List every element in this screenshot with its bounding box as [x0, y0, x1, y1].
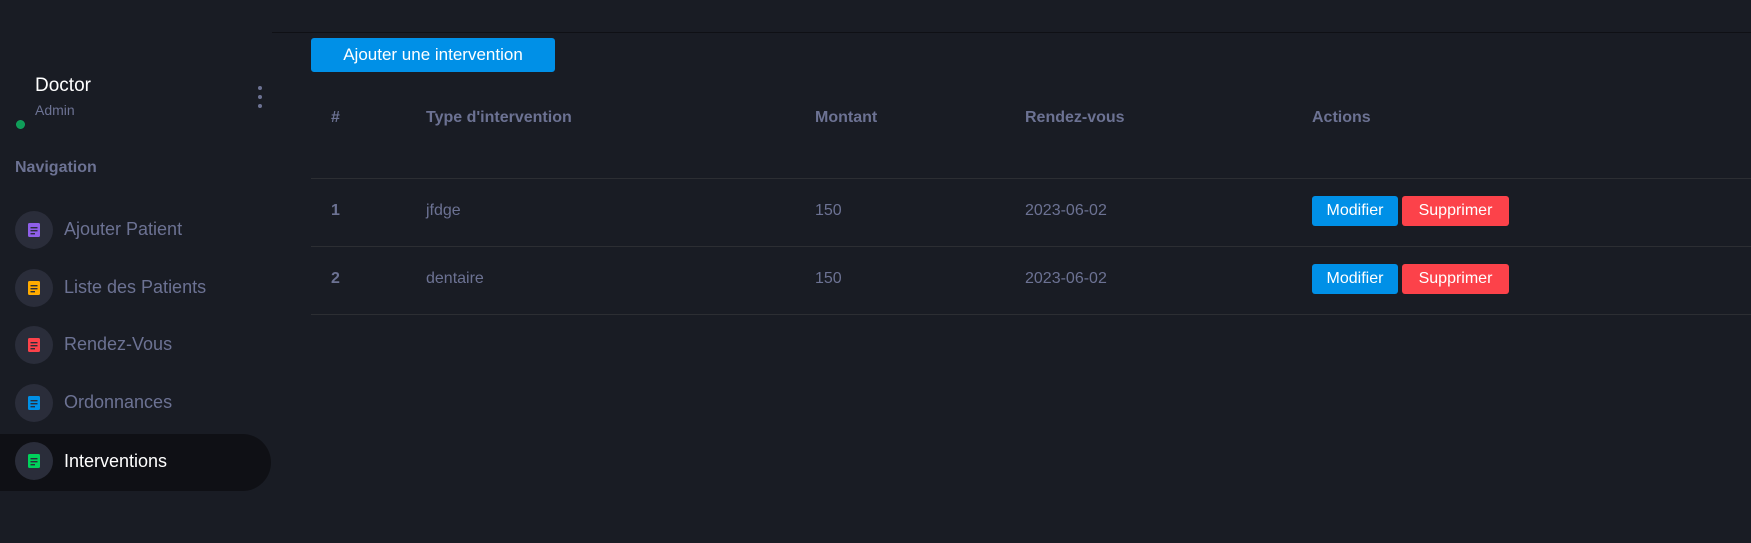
column-header-index: # [331, 109, 340, 126]
sidebar-item-interventions[interactable]: Interventions [0, 434, 271, 491]
column-header-actions: Actions [1312, 109, 1371, 126]
online-status-dot [16, 120, 25, 129]
profile-role: Admin [35, 102, 75, 118]
sidebar-item-rendez-vous[interactable]: Rendez-Vous [0, 316, 271, 373]
column-header-appointment: Rendez-vous [1025, 109, 1125, 126]
intervention-appointment: 2023-06-02 [1025, 202, 1107, 219]
intervention-type: dentaire [426, 270, 484, 287]
sidebar-item-ajouter-patient[interactable]: Ajouter Patient [0, 201, 271, 258]
row-index: 1 [331, 202, 340, 219]
sidebar-item-label: Rendez-Vous [64, 334, 173, 354]
main-content: Ajouter une intervention # Type d'interv… [272, 33, 1751, 543]
intervention-appointment: 2023-06-02 [1025, 270, 1107, 287]
file-document-icon [15, 211, 53, 249]
column-header-amount: Montant [815, 109, 878, 126]
sidebar-item-label: Ajouter Patient [64, 219, 183, 239]
sidebar-item-label: Liste des Patients [64, 277, 207, 297]
top-navbar [272, 0, 1751, 33]
sidebar-item-label: Interventions [64, 451, 168, 471]
profile-name: Doctor [35, 75, 91, 96]
sidebar-item-label: Ordonnances [64, 392, 173, 412]
app-root: Doctor Admin Navigation Ajouter Patient … [0, 0, 1751, 543]
row-index: 2 [331, 270, 340, 287]
sidebar-item-liste-des-patients[interactable]: Liste des Patients [0, 259, 271, 316]
file-document-icon [15, 384, 53, 422]
sidebar: Doctor Admin Navigation Ajouter Patient … [0, 0, 272, 543]
table-row: 2 dentaire 150 2023-06-02 Modifier Suppr… [311, 247, 1751, 315]
row-actions: Modifier Supprimer [1312, 264, 1509, 294]
row-actions: Modifier Supprimer [1312, 196, 1509, 226]
add-intervention-button[interactable]: Ajouter une intervention [311, 38, 555, 72]
intervention-amount: 150 [815, 270, 842, 287]
profile: Doctor Admin [0, 72, 272, 129]
intervention-amount: 150 [815, 202, 842, 219]
table-header-row: # Type d'intervention Montant Rendez-vou… [311, 95, 1751, 179]
delete-button[interactable]: Supprimer [1402, 196, 1509, 226]
column-header-type: Type d'intervention [426, 109, 572, 126]
file-document-icon [15, 326, 53, 364]
table-row: 1 jfdge 150 2023-06-02 Modifier Supprime… [311, 179, 1751, 247]
more-options-icon[interactable] [252, 86, 268, 108]
edit-button[interactable]: Modifier [1312, 196, 1398, 226]
sidebar-item-ordonnances[interactable]: Ordonnances [0, 374, 271, 431]
nav-heading: Navigation [15, 159, 97, 176]
delete-button[interactable]: Supprimer [1402, 264, 1509, 294]
intervention-type: jfdge [426, 202, 461, 219]
interventions-table: # Type d'intervention Montant Rendez-vou… [311, 95, 1751, 315]
edit-button[interactable]: Modifier [1312, 264, 1398, 294]
file-document-icon [15, 269, 53, 307]
file-document-icon [15, 442, 53, 480]
